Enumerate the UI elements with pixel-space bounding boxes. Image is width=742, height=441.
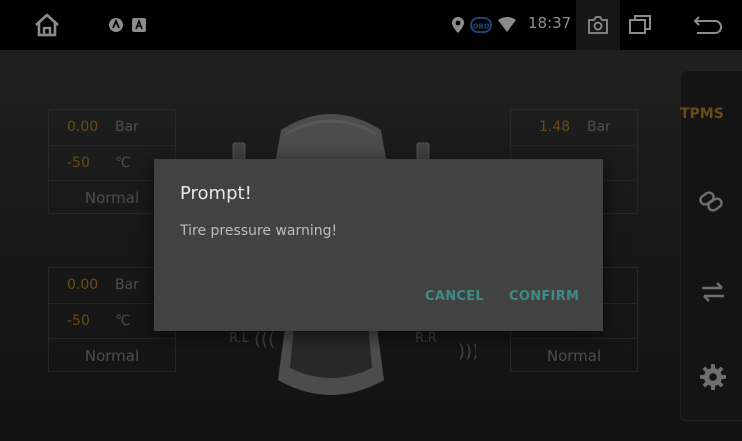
dialog-title: Prompt! <box>180 183 252 204</box>
cancel-button[interactable]: CANCEL <box>425 289 484 304</box>
confirm-button[interactable]: CONFIRM <box>509 289 579 304</box>
warning-dialog: Prompt! Tire pressure warning! CANCEL CO… <box>154 159 603 331</box>
dialog-message: Tire pressure warning! <box>180 223 338 239</box>
